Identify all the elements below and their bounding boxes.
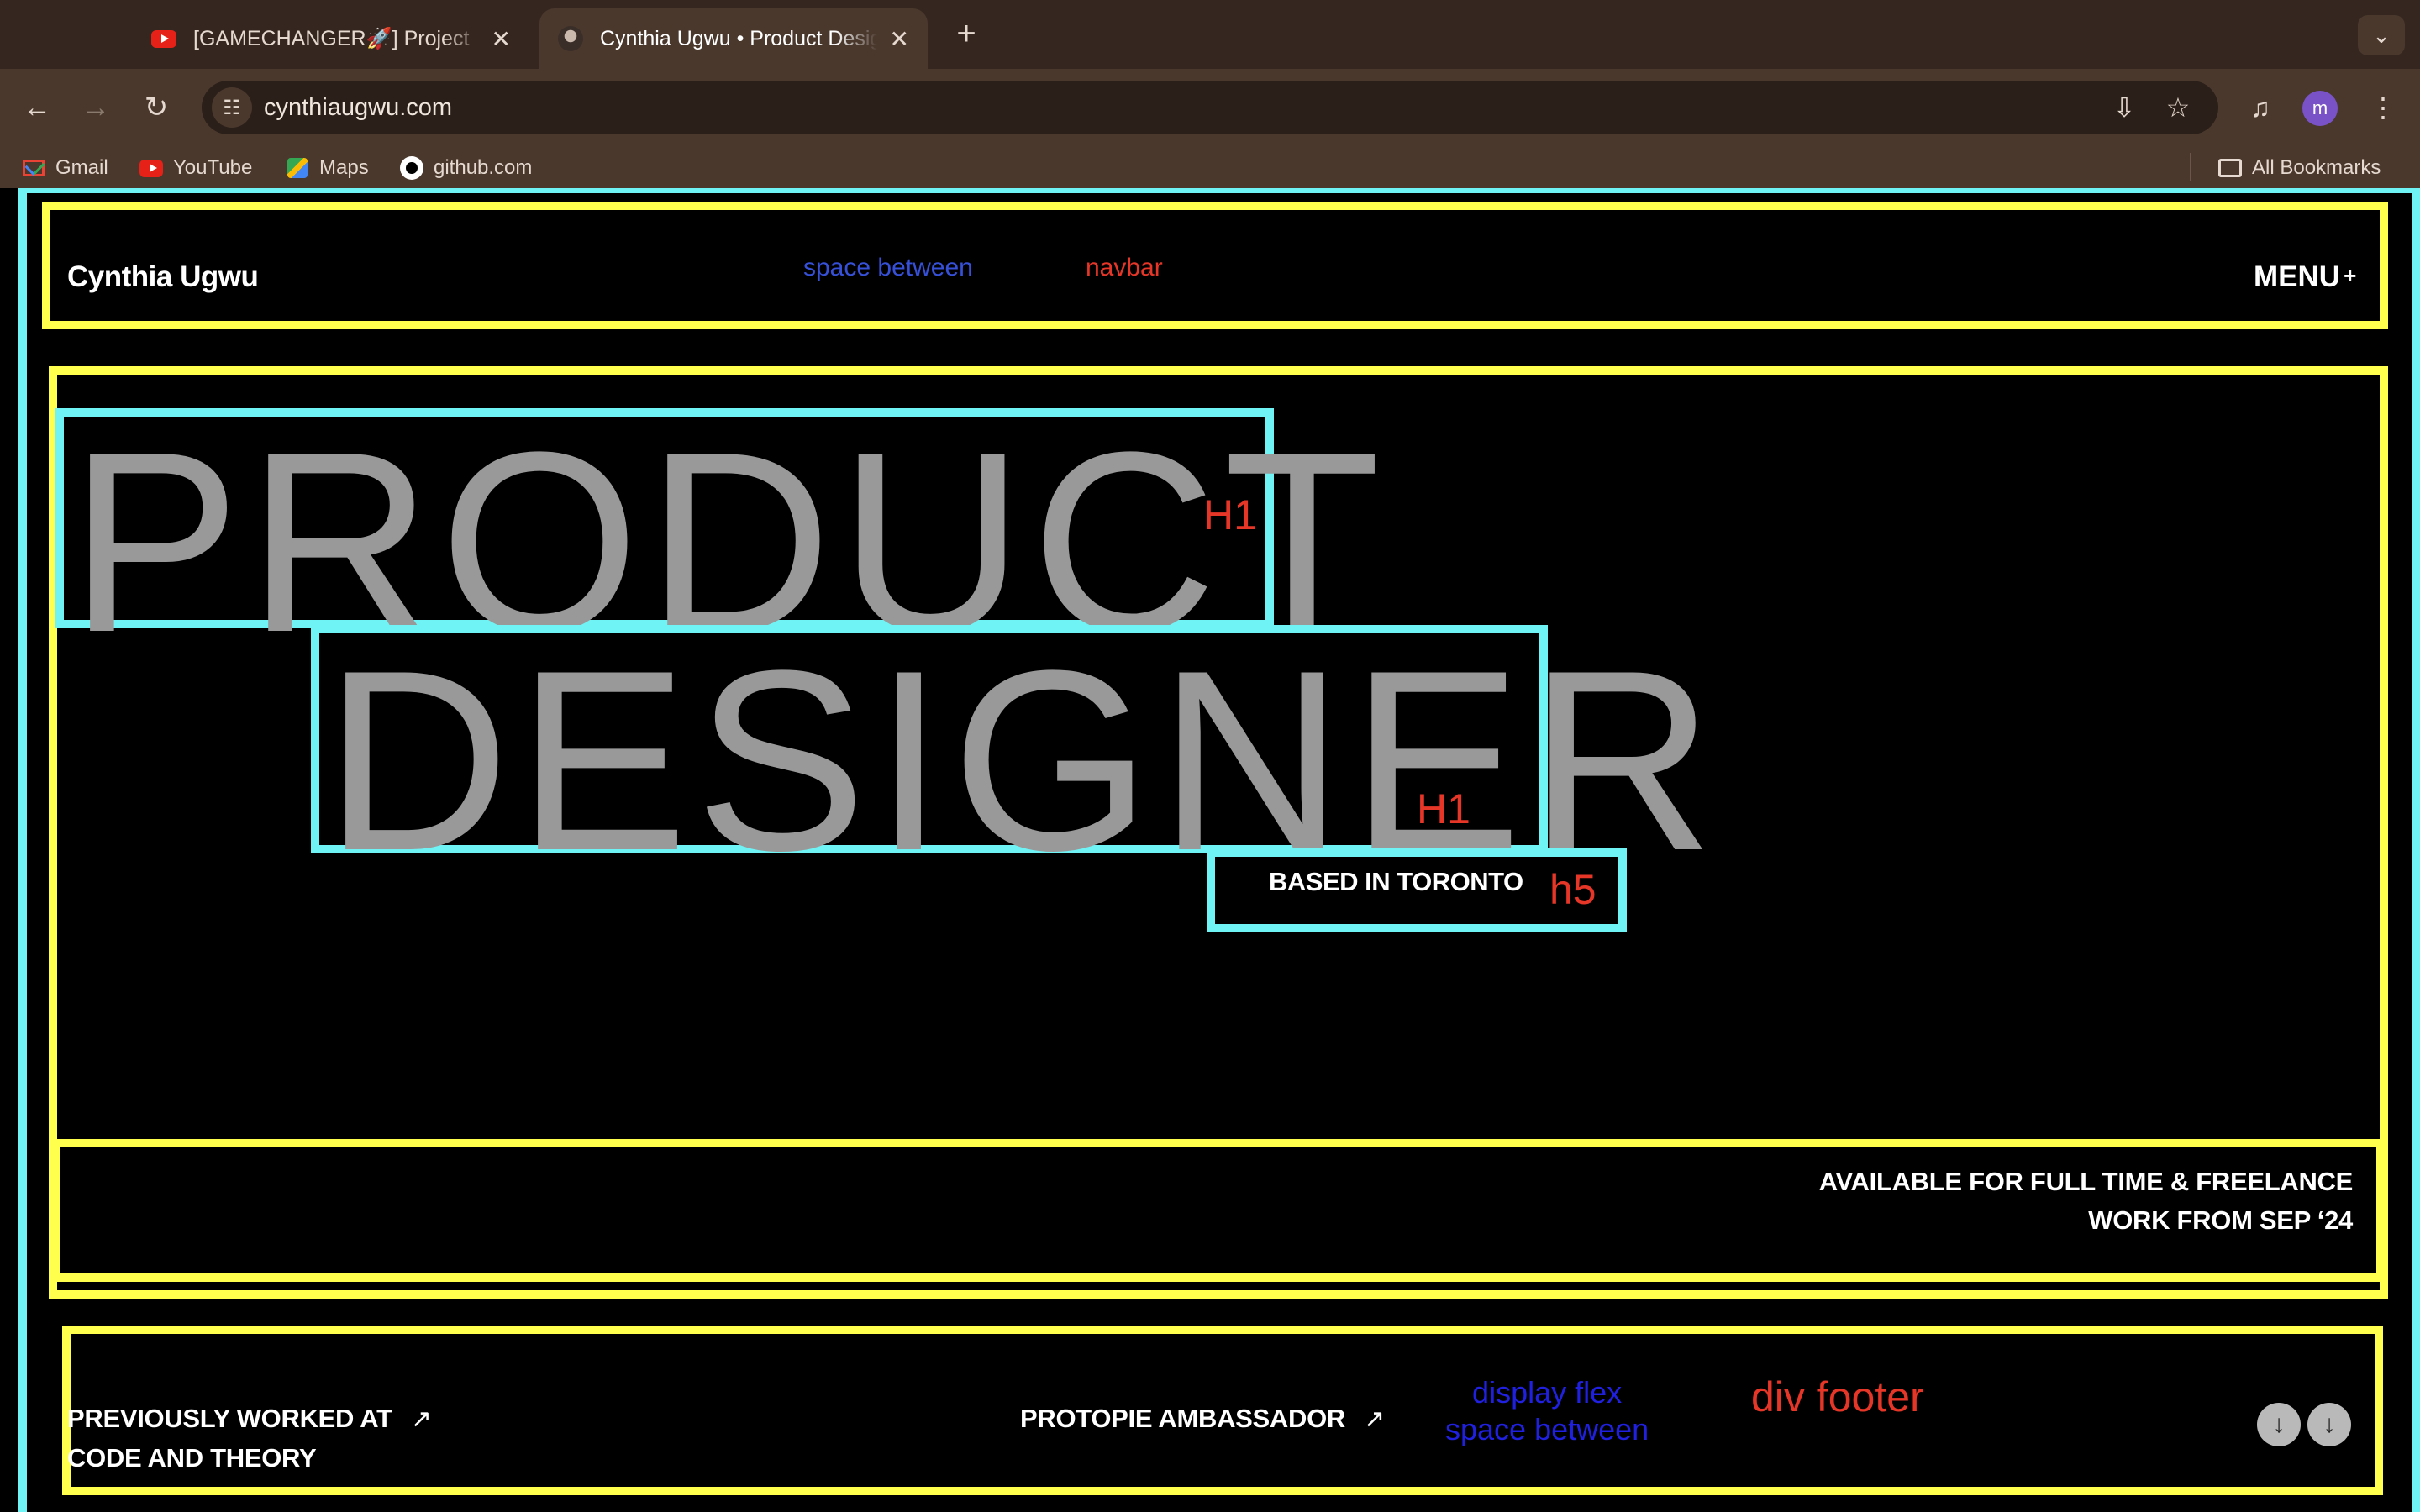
- tab-search-button[interactable]: ⌄: [2358, 15, 2405, 55]
- url-text[interactable]: cynthiaugwu.com: [264, 94, 452, 122]
- tab-cynthia-ugwu[interactable]: Cynthia Ugwu • Product Design ✕: [539, 8, 928, 69]
- footer-text: PREVIOUSLY WORKED AT: [67, 1404, 392, 1433]
- bookmark-label: YouTube: [173, 156, 253, 179]
- scroll-down-button[interactable]: ↓: [2257, 1403, 2301, 1446]
- annotation-line: space between: [1445, 1412, 1649, 1446]
- profile-avatar[interactable]: m: [2302, 91, 2338, 126]
- tab-title: Cynthia Ugwu • Product Design: [600, 26, 877, 50]
- bookmark-label: All Bookmarks: [2252, 156, 2381, 179]
- bookmark-youtube[interactable]: YouTube: [139, 156, 252, 180]
- tab-title: [GAMECHANGER🚀] Project: [193, 26, 470, 50]
- bookmark-gmail[interactable]: Gmail: [22, 156, 108, 180]
- reload-icon: ↻: [144, 92, 169, 123]
- close-icon[interactable]: ✕: [890, 25, 909, 53]
- availability-line: WORK FROM SEP ‘24: [2088, 1205, 2353, 1235]
- media-controls-icon[interactable]: ♫: [2240, 87, 2281, 128]
- menu-button[interactable]: MENU +: [2254, 260, 2356, 294]
- navbar-outline: [42, 202, 2388, 329]
- youtube-icon: [139, 158, 163, 178]
- tab-strip: [GAMECHANGER🚀] Project ✕ Cynthia Ugwu • …: [0, 0, 2420, 69]
- site-logo[interactable]: Cynthia Ugwu: [67, 260, 259, 294]
- kebab-menu-icon[interactable]: ⋮: [2363, 87, 2403, 128]
- bookmark-label: github.com: [434, 156, 533, 179]
- annotation-h1: H1: [1417, 785, 1470, 832]
- availability-text: AVAILABLE FOR FULL TIME & FREELANCE WORK…: [1765, 1163, 2354, 1240]
- protopie-ambassador-link[interactable]: PROTOPIE AMBASSADOR ↗: [1020, 1399, 1385, 1439]
- arrow-up-right-icon: ↗: [1364, 1405, 1385, 1433]
- arrow-up-right-icon: ↗: [410, 1405, 432, 1433]
- new-tab-button[interactable]: +: [945, 15, 987, 53]
- arrow-down-icon: ↓: [2323, 1410, 2336, 1438]
- page-viewport: Cynthia Ugwu space between navbar MENU + …: [0, 188, 2420, 1512]
- annotation-h5: h5: [1549, 866, 1597, 913]
- arrow-down-icon: ↓: [2272, 1410, 2286, 1438]
- back-button[interactable]: ←: [17, 87, 57, 128]
- close-icon[interactable]: ✕: [492, 25, 511, 53]
- back-arrow-icon: ←: [23, 91, 51, 123]
- site-info-icon[interactable]: ☷: [212, 87, 252, 128]
- forward-arrow-icon: →: [82, 91, 110, 123]
- availability-line: AVAILABLE FOR FULL TIME & FREELANCE: [1818, 1167, 2354, 1196]
- annotation-space-between: space between: [803, 254, 973, 281]
- footer-text: PROTOPIE AMBASSADOR: [1020, 1404, 1346, 1433]
- annotation-navbar: navbar: [1086, 254, 1163, 281]
- hero-subtitle: BASED IN TORONTO: [1269, 867, 1523, 896]
- youtube-icon: [151, 26, 176, 51]
- scroll-down-button[interactable]: ↓: [2307, 1403, 2351, 1446]
- bookmark-star-icon[interactable]: ☆: [2160, 91, 2196, 124]
- previously-worked-link[interactable]: PREVIOUSLY WORKED AT ↗ CODE AND THEORY: [67, 1399, 432, 1478]
- bookmark-label: Maps: [319, 156, 369, 179]
- browser-toolbar: ← → ↻ ☷ cynthiaugwu.com ⇩ ☆ ♫ m ⋮: [0, 69, 2420, 146]
- avatar-icon: [558, 26, 583, 51]
- address-bar[interactable]: ☷ cynthiaugwu.com ⇩ ☆: [202, 81, 2218, 134]
- maps-icon: [286, 158, 309, 178]
- bookmark-label: Gmail: [55, 156, 108, 179]
- plus-icon: +: [2344, 263, 2357, 288]
- bookmark-github[interactable]: github.com: [400, 156, 532, 180]
- bookmarks-divider: [2190, 153, 2191, 181]
- gmail-icon: [22, 158, 45, 178]
- bookmark-maps[interactable]: Maps: [286, 156, 369, 180]
- bookmarks-bar: Gmail YouTube Maps github.com All Bookma…: [0, 146, 2420, 188]
- install-app-icon[interactable]: ⇩: [2106, 91, 2143, 124]
- all-bookmarks[interactable]: All Bookmarks: [2218, 156, 2381, 180]
- footer-text: CODE AND THEORY: [67, 1443, 317, 1473]
- github-icon: [400, 156, 424, 180]
- annotation-div-footer: div footer: [1751, 1373, 1924, 1420]
- annotation-display-flex: display flex space between: [1445, 1374, 1649, 1448]
- reload-button[interactable]: ↻: [136, 87, 176, 128]
- chevron-down-icon: ⌄: [2372, 22, 2391, 48]
- tab-youtube[interactable]: [GAMECHANGER🚀] Project ✕: [134, 8, 529, 69]
- menu-label: MENU: [2254, 260, 2341, 293]
- forward-button[interactable]: →: [76, 87, 116, 128]
- folder-icon: [2218, 158, 2242, 178]
- annotation-h1: H1: [1203, 491, 1257, 538]
- annotation-line: display flex: [1472, 1375, 1623, 1410]
